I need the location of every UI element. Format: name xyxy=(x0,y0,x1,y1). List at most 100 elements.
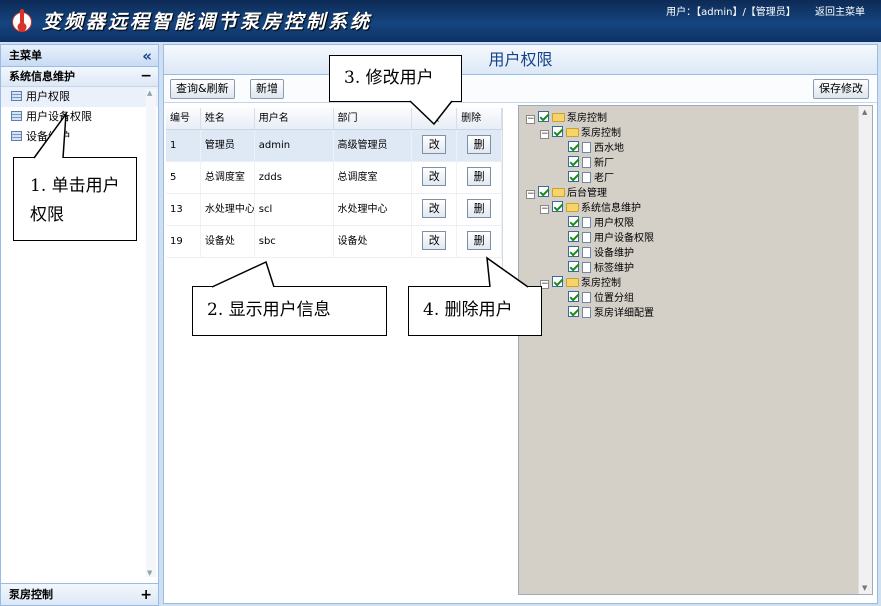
table-row[interactable]: 13 水处理中心 scl 水处理中心 改 删 xyxy=(166,194,502,226)
annotation-step3: 3. 修改用户 xyxy=(329,55,462,102)
table-row[interactable]: 5 总调度室 zdds 总调度室 改 删 xyxy=(166,162,502,194)
delete-user-button[interactable]: 删 xyxy=(467,230,492,250)
tree-node-label: 标签维护 xyxy=(594,263,634,274)
delete-user-button[interactable]: 删 xyxy=(467,134,492,154)
folder-icon xyxy=(552,113,565,122)
scroll-up-icon[interactable]: ▲ xyxy=(147,89,152,97)
cell-delete: 删 xyxy=(457,194,502,225)
tree-node-label: 用户权限 xyxy=(594,218,634,229)
checkbox-checked-icon[interactable] xyxy=(568,306,579,317)
edit-user-button[interactable]: 改 xyxy=(422,230,447,250)
checkbox-checked-icon[interactable] xyxy=(568,291,579,302)
expand-section-icon[interactable]: + xyxy=(140,584,152,606)
checkbox-checked-icon[interactable] xyxy=(568,231,579,242)
tree-node-label: 西水地 xyxy=(594,143,624,154)
sidebar-item-label: 用户设备权限 xyxy=(26,110,92,123)
column-header[interactable]: 用户名 xyxy=(255,108,334,129)
checkbox-checked-icon[interactable] xyxy=(568,156,579,167)
cell-edit: 改 xyxy=(412,194,458,225)
cell-id: 1 xyxy=(166,130,201,161)
sidebar-item-user-permissions[interactable]: 用户权限 xyxy=(1,87,158,107)
column-header[interactable]: 改 xyxy=(412,108,458,129)
tree-node[interactable]: − 泵房控制 xyxy=(540,126,621,141)
tree-node-label: 泵房控制 xyxy=(581,278,621,289)
tree-node[interactable]: 西水地 xyxy=(568,141,624,156)
folder-icon xyxy=(566,128,579,137)
sidebar-item-device-maintenance[interactable]: 设备维护 xyxy=(1,127,158,147)
delete-user-button[interactable]: 删 xyxy=(467,198,492,218)
scroll-up-icon[interactable]: ▲ xyxy=(862,108,867,116)
tree-scrollbar[interactable]: ▲ ▼ xyxy=(858,106,872,594)
column-header[interactable]: 姓名 xyxy=(201,108,255,129)
table-icon xyxy=(11,131,22,141)
checkbox-checked-icon[interactable] xyxy=(552,276,563,287)
cell-username: sbc xyxy=(255,226,334,257)
table-row[interactable]: 19 设备处 sbc 设备处 改 删 xyxy=(166,226,502,258)
edit-user-button[interactable]: 改 xyxy=(422,198,447,218)
cell-username: admin xyxy=(255,130,334,161)
column-header[interactable]: 部门 xyxy=(334,108,413,129)
tree-node[interactable]: 泵房详细配置 xyxy=(568,306,654,321)
tree-node[interactable]: 用户设备权限 xyxy=(568,231,654,246)
back-to-main-menu-link[interactable]: 返回主菜单 xyxy=(815,7,865,18)
sidebar-title: 主菜单 xyxy=(9,49,42,62)
tree-node[interactable]: 用户权限 xyxy=(568,216,634,231)
collapse-node-icon[interactable]: − xyxy=(540,130,549,139)
collapse-node-icon[interactable]: − xyxy=(526,190,535,199)
checkbox-checked-icon[interactable] xyxy=(568,141,579,152)
collapse-sidebar-icon[interactable]: « xyxy=(142,45,152,67)
edit-user-button[interactable]: 改 xyxy=(422,166,447,186)
folder-icon xyxy=(552,188,565,197)
table-header: 编号 姓名 用户名 部门 改 删除 xyxy=(166,108,503,130)
tree-node[interactable]: − 系统信息维护 xyxy=(540,201,641,216)
save-changes-button[interactable]: 保存修改 xyxy=(813,79,869,99)
page-icon xyxy=(582,292,591,303)
cell-name: 水处理中心 xyxy=(201,194,255,225)
page-icon xyxy=(582,217,591,228)
scroll-down-icon[interactable]: ▼ xyxy=(862,584,867,592)
checkbox-checked-icon[interactable] xyxy=(538,186,549,197)
cell-username: scl xyxy=(255,194,334,225)
checkbox-checked-icon[interactable] xyxy=(568,216,579,227)
cell-department: 水处理中心 xyxy=(334,194,413,225)
cell-edit: 改 xyxy=(412,130,458,161)
sidebar-section-label: 泵房控制 xyxy=(9,588,53,601)
page-icon xyxy=(582,142,591,153)
column-header[interactable]: 编号 xyxy=(166,108,201,129)
sidebar-section-system[interactable]: 系统信息维护 − xyxy=(1,67,158,87)
checkbox-checked-icon[interactable] xyxy=(538,111,549,122)
sidebar-scrollbar[interactable]: ▲ ▼ xyxy=(146,89,156,577)
page-icon xyxy=(582,247,591,258)
thermometer-logo-icon xyxy=(12,9,32,32)
checkbox-checked-icon[interactable] xyxy=(568,171,579,182)
sidebar-section-pump-control[interactable]: 泵房控制 + xyxy=(1,583,158,605)
tree-node[interactable]: 标签维护 xyxy=(568,261,634,276)
checkbox-checked-icon[interactable] xyxy=(552,201,563,212)
app-title: 变频器远程智能调节泵房控制系统 xyxy=(42,11,373,33)
edit-user-button[interactable]: 改 xyxy=(422,134,447,154)
table-row[interactable]: 1 管理员 admin 高级管理员 改 删 xyxy=(166,130,502,162)
tree-node[interactable]: − 后台管理 xyxy=(526,186,607,201)
tree-node-label: 系统信息维护 xyxy=(581,203,641,214)
user-table: 编号 姓名 用户名 部门 改 删除 1 管理员 admin 高级管理员 改 删 … xyxy=(166,108,503,298)
tree-node[interactable]: 设备维护 xyxy=(568,246,634,261)
collapse-node-icon[interactable]: − xyxy=(526,115,535,124)
collapse-section-icon[interactable]: − xyxy=(140,66,152,86)
sidebar-item-user-device-permissions[interactable]: 用户设备权限 xyxy=(1,107,158,127)
page-icon xyxy=(582,307,591,318)
add-user-button[interactable]: 新增 xyxy=(250,79,284,99)
tree-node[interactable]: 老厂 xyxy=(568,171,614,186)
folder-icon xyxy=(566,278,579,287)
collapse-node-icon[interactable]: − xyxy=(540,205,549,214)
column-header[interactable]: 删除 xyxy=(457,108,503,129)
tree-node[interactable]: 位置分组 xyxy=(568,291,634,306)
delete-user-button[interactable]: 删 xyxy=(467,166,492,186)
checkbox-checked-icon[interactable] xyxy=(552,126,563,137)
tree-node[interactable]: 新厂 xyxy=(568,156,614,171)
tree-node[interactable]: − 泵房控制 xyxy=(540,276,621,291)
checkbox-checked-icon[interactable] xyxy=(568,261,579,272)
query-refresh-button[interactable]: 查询&刷新 xyxy=(170,79,235,99)
checkbox-checked-icon[interactable] xyxy=(568,246,579,257)
scroll-down-icon[interactable]: ▼ xyxy=(147,569,152,577)
tree-node[interactable]: − 泵房控制 xyxy=(526,111,607,126)
